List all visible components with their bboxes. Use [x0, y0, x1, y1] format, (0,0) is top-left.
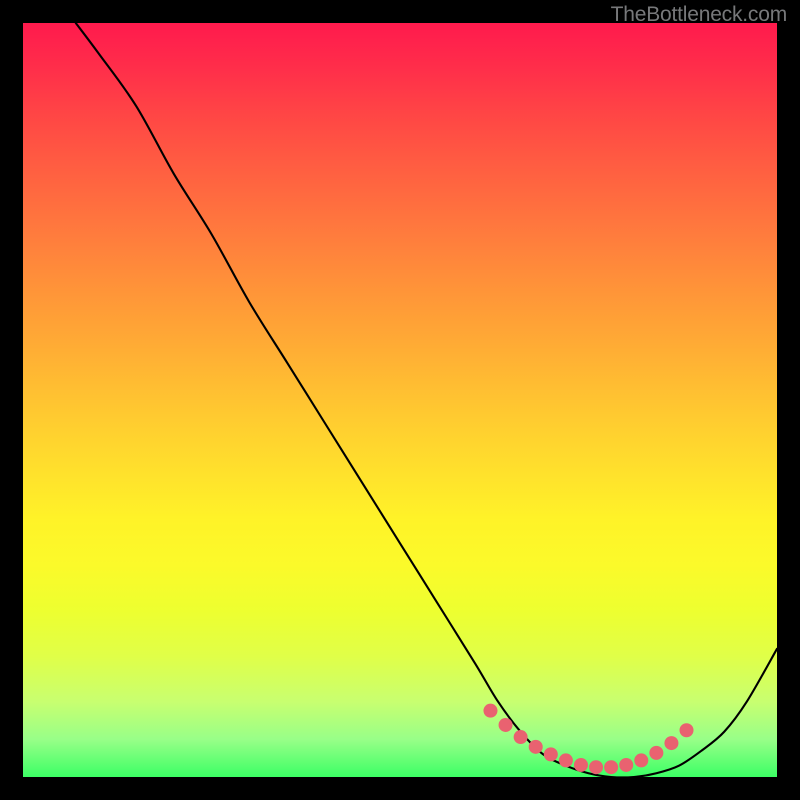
marker-dot	[544, 747, 558, 761]
marker-dot	[514, 730, 528, 744]
plot-area	[23, 23, 777, 777]
bottleneck-curve	[76, 23, 777, 777]
watermark-text: TheBottleneck.com	[611, 3, 787, 27]
optimal-range-markers	[483, 704, 693, 775]
marker-dot	[559, 753, 573, 767]
marker-dot	[589, 760, 603, 774]
marker-dot	[499, 718, 513, 732]
marker-dot	[649, 746, 663, 760]
chart-svg	[23, 23, 777, 777]
marker-dot	[483, 704, 497, 718]
marker-dot	[619, 758, 633, 772]
marker-dot	[680, 723, 694, 737]
marker-dot	[529, 740, 543, 754]
marker-dot	[604, 760, 618, 774]
marker-dot	[574, 758, 588, 772]
marker-dot	[634, 753, 648, 767]
chart-container: TheBottleneck.com	[0, 0, 800, 800]
marker-dot	[664, 736, 678, 750]
